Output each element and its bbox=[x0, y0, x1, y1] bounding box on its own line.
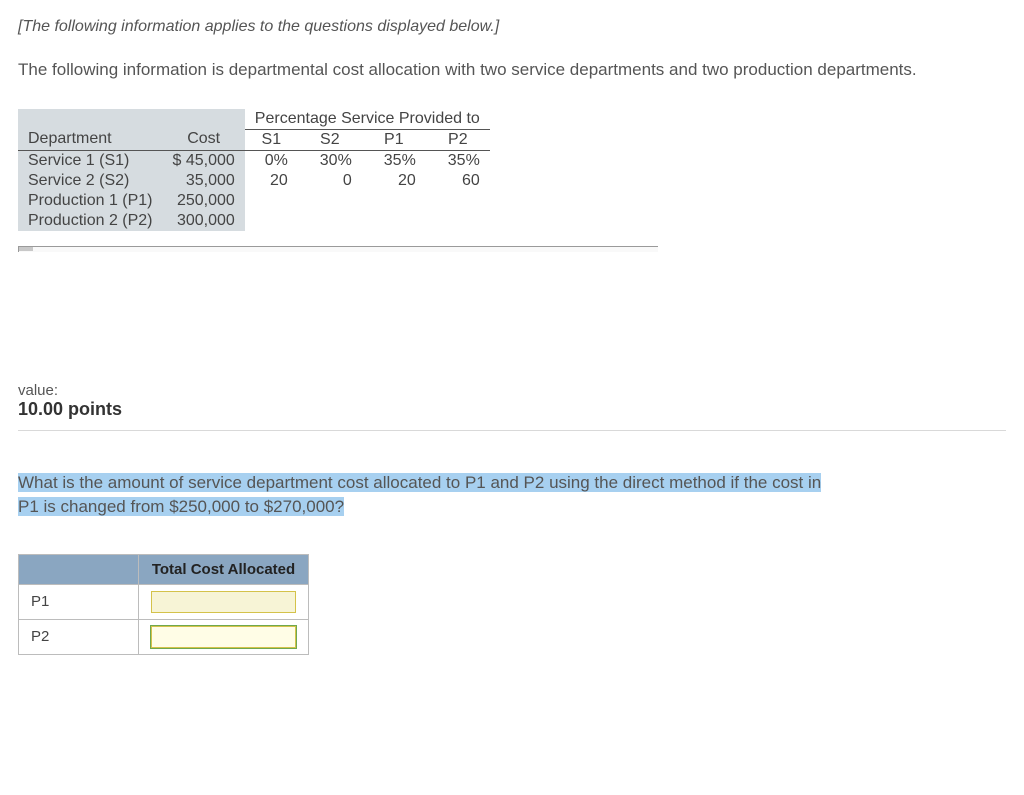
allocation-table: Percentage Service Provided to Departmen… bbox=[18, 109, 490, 231]
allocation-table-wrap: Percentage Service Provided to Departmen… bbox=[18, 109, 490, 231]
p2-input[interactable] bbox=[151, 626, 296, 648]
pct-header: Percentage Service Provided to bbox=[245, 109, 490, 130]
table-row: Production 1 (P1) 250,000 bbox=[18, 191, 490, 211]
question-line-2: P1 is changed from $250,000 to $270,000? bbox=[18, 497, 344, 516]
cell-cost: 300,000 bbox=[163, 211, 245, 231]
cell-s1: 0% bbox=[245, 150, 298, 171]
question-line-1: What is the amount of service department… bbox=[18, 473, 821, 492]
table-row: Service 1 (S1) $ 45,000 0% 30% 35% 35% bbox=[18, 150, 490, 171]
answer-header: Total Cost Allocated bbox=[139, 554, 309, 584]
value-label: value: bbox=[18, 382, 1006, 399]
cell-p1: 35% bbox=[362, 150, 426, 171]
cell-cost: $ 45,000 bbox=[163, 150, 245, 171]
value-points: 10.00 points bbox=[18, 399, 1006, 420]
answer-corner bbox=[19, 554, 139, 584]
col-header-s1: S1 bbox=[245, 129, 298, 150]
cell-s1: 20 bbox=[245, 171, 298, 191]
intro-paragraph: The following information is departmenta… bbox=[18, 58, 1006, 83]
col-header-s2: S2 bbox=[298, 129, 362, 150]
cell-dept: Production 1 (P1) bbox=[18, 191, 163, 211]
answer-table: Total Cost Allocated P1 P2 bbox=[18, 554, 309, 655]
col-header-cost: Cost bbox=[163, 129, 245, 150]
table-row: Production 2 (P2) 300,000 bbox=[18, 211, 490, 231]
cell-p2: 60 bbox=[426, 171, 490, 191]
cell-p1: 20 bbox=[362, 171, 426, 191]
answer-row-label-p2: P2 bbox=[19, 619, 139, 654]
answer-row: P2 bbox=[19, 619, 309, 654]
cell-dept: Service 1 (S1) bbox=[18, 150, 163, 171]
intro-note: [The following information applies to th… bbox=[18, 18, 1006, 36]
horizontal-scrollbar[interactable] bbox=[18, 246, 658, 252]
question-text: What is the amount of service department… bbox=[18, 471, 1006, 520]
cell-p2: 35% bbox=[426, 150, 490, 171]
answer-row: P1 bbox=[19, 584, 309, 619]
col-header-p1: P1 bbox=[362, 129, 426, 150]
cell-cost: 35,000 bbox=[163, 171, 245, 191]
cell-cost: 250,000 bbox=[163, 191, 245, 211]
value-block: value: 10.00 points bbox=[18, 382, 1006, 431]
cell-s2: 30% bbox=[298, 150, 362, 171]
col-header-dept: Department bbox=[18, 129, 163, 150]
cell-s2: 0 bbox=[298, 171, 362, 191]
p1-input[interactable] bbox=[151, 591, 296, 613]
answer-row-label-p1: P1 bbox=[19, 584, 139, 619]
table-row: Service 2 (S2) 35,000 20 0 20 60 bbox=[18, 171, 490, 191]
cell-dept: Production 2 (P2) bbox=[18, 211, 163, 231]
col-header-p2: P2 bbox=[426, 129, 490, 150]
cell-dept: Service 2 (S2) bbox=[18, 171, 163, 191]
